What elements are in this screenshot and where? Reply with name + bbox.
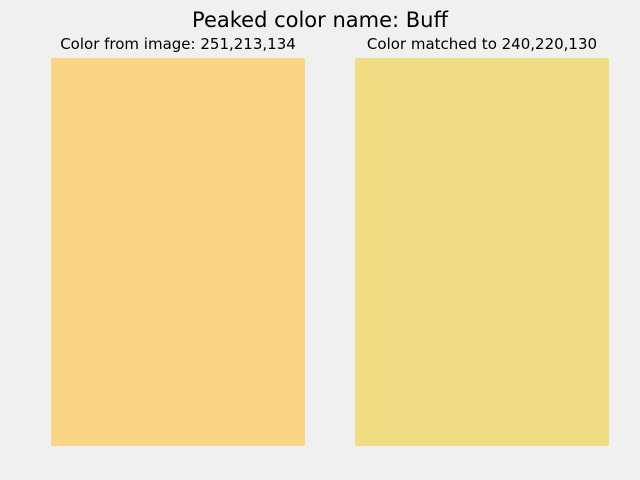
color-picker-window: { "title": "Peaked color name: Buff", "p…	[0, 0, 640, 480]
page-title: Peaked color name: Buff	[192, 8, 448, 32]
matched-color-label: Color matched to 240,220,130	[366, 35, 598, 53]
source-color-label: Color from image: 251,213,134	[60, 35, 296, 53]
source-color-swatch	[51, 58, 305, 446]
matched-color-swatch	[355, 58, 609, 446]
